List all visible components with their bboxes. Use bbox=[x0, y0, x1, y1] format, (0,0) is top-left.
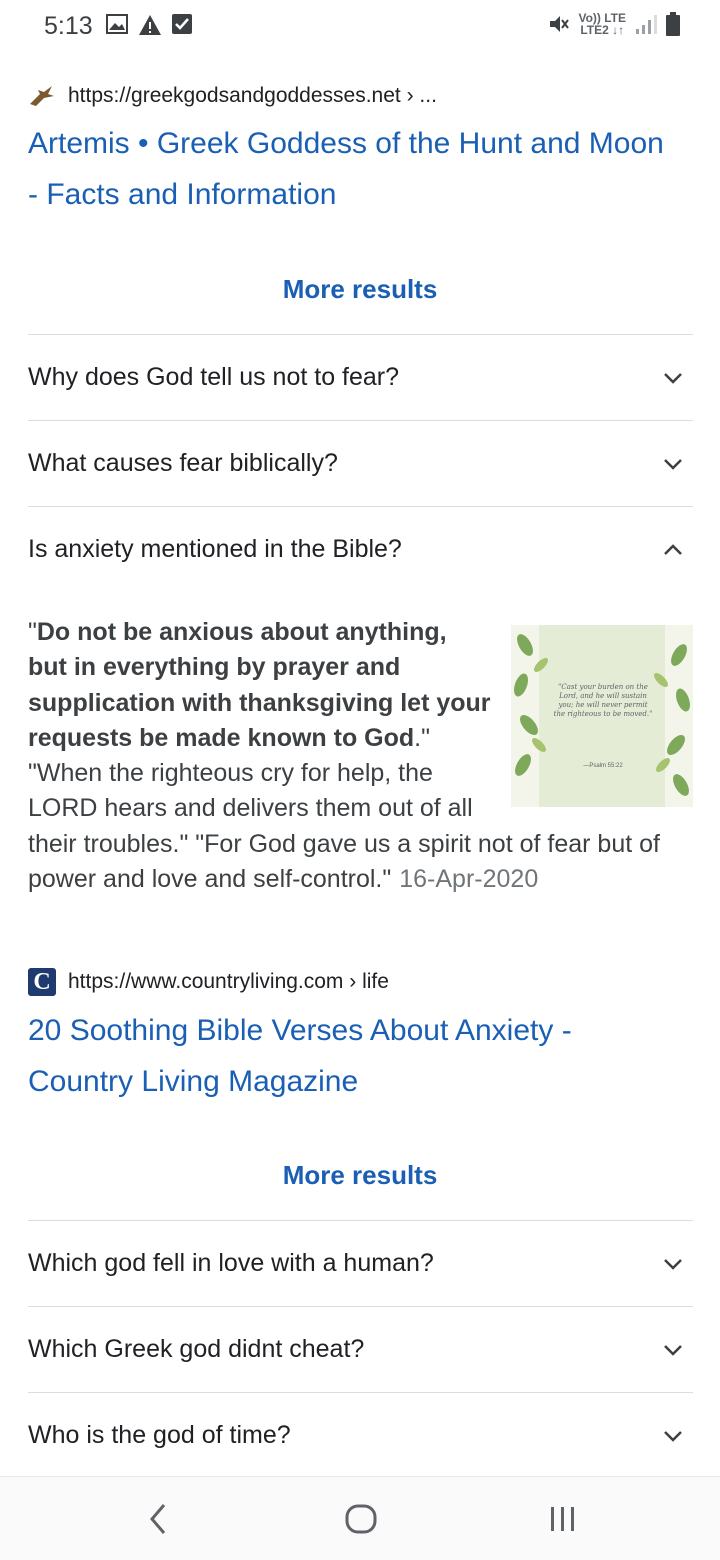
network-bottom-label: LTE2 ↓↑ bbox=[580, 23, 625, 37]
result-source[interactable]: C https://www.countryliving.com › life bbox=[28, 968, 389, 996]
mute-icon bbox=[550, 16, 570, 32]
answer-thumbnail[interactable]: "Cast your burden on the Lord, and he wi… bbox=[511, 625, 693, 807]
signal-icon bbox=[636, 15, 657, 34]
answer-date: 16-Apr-2020 bbox=[399, 865, 539, 894]
check-box-icon bbox=[172, 14, 192, 34]
battery-icon bbox=[666, 12, 680, 36]
more-results-button[interactable]: More results bbox=[0, 274, 720, 305]
faq-item-expanded[interactable]: Is anxiety mentioned in the Bible? bbox=[28, 507, 693, 592]
favicon-letter: C bbox=[33, 968, 51, 995]
system-nav-bar bbox=[0, 1476, 720, 1560]
faq-item[interactable]: Which Greek god didnt cheat? bbox=[28, 1307, 693, 1392]
back-button[interactable] bbox=[146, 1499, 172, 1539]
status-time: 5:13 bbox=[44, 12, 93, 40]
warning-icon bbox=[139, 15, 161, 35]
home-button[interactable] bbox=[344, 1499, 378, 1539]
result-title-link[interactable]: Artemis • Greek Goddess of the Hunt and … bbox=[28, 118, 668, 220]
result-url: https://greekgodsandgoddesses.net › ... bbox=[68, 84, 437, 107]
faq-question: Which god fell in love with a human? bbox=[28, 1249, 434, 1277]
site-favicon-icon bbox=[30, 86, 54, 106]
result-title-link[interactable]: 20 Soothing Bible Verses About Anxiety -… bbox=[28, 1005, 668, 1107]
faq-question: Why does God tell us not to fear? bbox=[28, 363, 400, 391]
more-results-button[interactable]: More results bbox=[0, 1160, 720, 1191]
chevron-down-icon bbox=[664, 458, 682, 470]
network-indicator: Vo)) LTE LTE2 ↓↑ bbox=[578, 12, 626, 36]
recent-apps-button[interactable] bbox=[548, 1499, 578, 1539]
status-bar: 5:13 Vo)) LTE LTE2 ↓↑ bbox=[0, 0, 720, 56]
thumbnail-reference: —Psalm 55:22 bbox=[583, 763, 623, 769]
faq-question: Which Greek god didnt cheat? bbox=[28, 1335, 365, 1363]
answer-quote-open: " bbox=[28, 618, 37, 646]
image-icon bbox=[106, 14, 128, 34]
faq-item[interactable]: Which god fell in love with a human? bbox=[28, 1221, 693, 1306]
chevron-down-icon bbox=[664, 1430, 682, 1442]
chevron-down-icon bbox=[664, 1344, 682, 1356]
faq-item[interactable]: Why does God tell us not to fear? bbox=[28, 335, 693, 420]
featured-answer: "Cast your burden on the Lord, and he wi… bbox=[28, 615, 693, 897]
faq-question: Who is the god of time? bbox=[28, 1421, 291, 1449]
chevron-down-icon bbox=[664, 1258, 682, 1270]
result-url: https://www.countryliving.com › life bbox=[68, 970, 389, 993]
status-right: Vo)) LTE LTE2 ↓↑ bbox=[548, 12, 680, 36]
faq-question: Is anxiety mentioned in the Bible? bbox=[28, 535, 402, 563]
site-favicon-icon: C bbox=[28, 968, 56, 996]
thumbnail-quote: "Cast your burden on the Lord, and he wi… bbox=[553, 683, 653, 718]
chevron-up-icon bbox=[664, 543, 682, 555]
faq-item[interactable]: Who is the god of time? bbox=[28, 1393, 693, 1478]
chevron-down-icon bbox=[664, 372, 682, 384]
search-results-page: 5:13 Vo)) LTE LTE2 ↓↑ https://greekgodsa… bbox=[0, 0, 720, 1560]
faq-item[interactable]: What causes fear biblically? bbox=[28, 421, 693, 506]
result-source[interactable]: https://greekgodsandgoddesses.net › ... bbox=[28, 84, 437, 108]
faq-question: What causes fear biblically? bbox=[28, 449, 338, 477]
